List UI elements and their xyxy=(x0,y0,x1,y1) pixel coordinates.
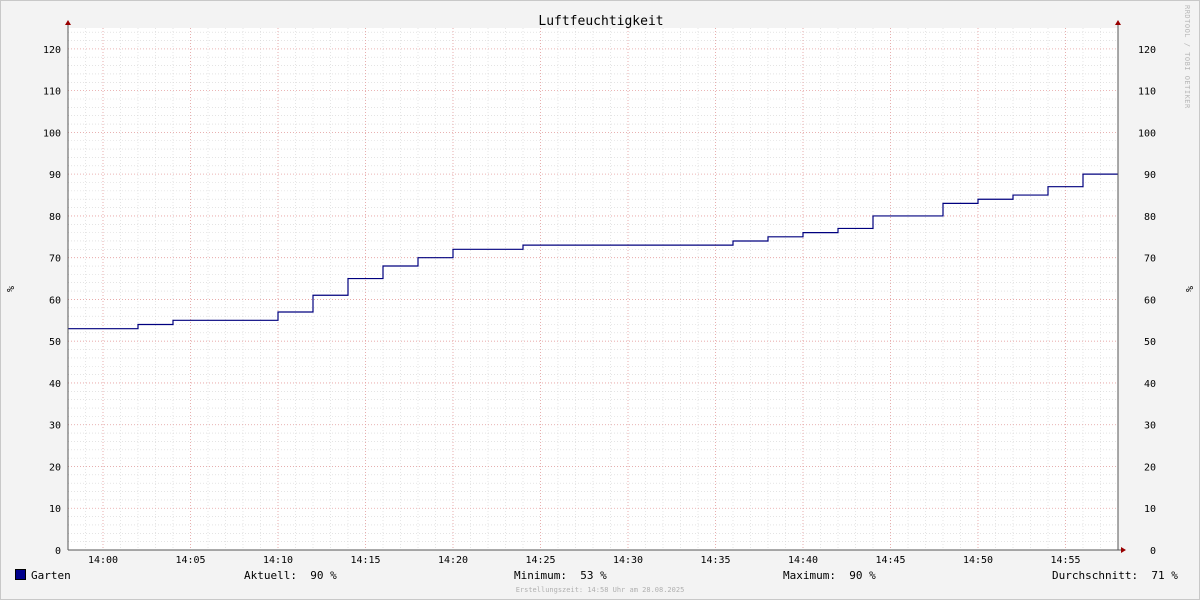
creation-time-footer: Erstellungszeit: 14:58 Uhr am 28.08.2025 xyxy=(515,586,685,594)
x-tick-label: 14:40 xyxy=(788,555,818,566)
y-tick-label-left: 30 xyxy=(49,421,61,432)
y-tick-label-left: 80 xyxy=(49,212,61,223)
y-tick-label-left: 60 xyxy=(49,295,61,306)
y-tick-label-right: 40 xyxy=(1144,379,1156,390)
y-tick-label-left: 90 xyxy=(49,170,61,181)
legend: Garten Aktuell: 90 % Minimum: 53 % Maxim… xyxy=(1,569,1199,585)
x-tick-label: 14:50 xyxy=(963,555,993,566)
y-tick-label-left: 20 xyxy=(49,462,61,473)
legend-current-label: Aktuell: xyxy=(244,569,297,582)
x-tick-label: 14:55 xyxy=(1050,555,1080,566)
y-tick-label-right: 70 xyxy=(1144,254,1156,265)
y-tick-label-left: 0 xyxy=(55,546,61,557)
y-tick-label-right: 0 xyxy=(1150,546,1156,557)
chart-title: Luftfeuchtigkeit xyxy=(538,14,663,29)
y-tick-label-left: 50 xyxy=(49,337,61,348)
x-tick-label: 14:45 xyxy=(875,555,905,566)
y-tick-label-right: 100 xyxy=(1138,128,1156,139)
x-tick-label: 14:15 xyxy=(350,555,380,566)
x-tick-label: 14:00 xyxy=(88,555,118,566)
y-tick-label-right: 20 xyxy=(1144,462,1156,473)
y-tick-label-right: 110 xyxy=(1138,87,1156,98)
y-axis-left-arrow xyxy=(65,20,71,25)
legend-min-label: Minimum: xyxy=(514,569,567,582)
x-tick-label: 14:30 xyxy=(613,555,643,566)
y-tick-label-left: 120 xyxy=(43,45,61,56)
legend-minimum: Minimum: 53 % xyxy=(514,569,607,582)
legend-current: Aktuell: 90 % xyxy=(244,569,337,582)
y-tick-label-right: 80 xyxy=(1144,212,1156,223)
legend-swatch xyxy=(15,569,26,580)
legend-avg-label: Durchschnitt: xyxy=(1052,569,1139,582)
legend-min-value: 53 % xyxy=(580,569,607,582)
y-tick-label-right: 60 xyxy=(1144,295,1156,306)
y-tick-label-right: 90 xyxy=(1144,170,1156,181)
x-tick-label: 14:25 xyxy=(525,555,555,566)
chart-frame: Luftfeuchtigkeit % % 0 0 10 10 20 20 30 30 40 40 5… xyxy=(0,0,1200,600)
humidity-chart: Luftfeuchtigkeit % % 0 0 10 10 20 20 30 30 40 40 5… xyxy=(6,14,1194,566)
x-tick-label: 14:35 xyxy=(700,555,730,566)
x-tick-label: 14:20 xyxy=(438,555,468,566)
legend-series-name: Garten xyxy=(31,569,71,582)
x-axis-arrow xyxy=(1121,547,1126,553)
legend-avg-value: 71 % xyxy=(1151,569,1178,582)
legend-maximum: Maximum: 90 % xyxy=(783,569,876,582)
y-tick-label-left: 100 xyxy=(43,128,61,139)
y-tick-label-right: 10 xyxy=(1144,504,1156,515)
y-tick-label-left: 110 xyxy=(43,87,61,98)
y-tick-label-left: 40 xyxy=(49,379,61,390)
x-tick-label: 14:10 xyxy=(263,555,293,566)
x-tick-label: 14:05 xyxy=(175,555,205,566)
y-tick-label-right: 120 xyxy=(1138,45,1156,56)
y-tick-label-left: 70 xyxy=(49,254,61,265)
y-axis-right-arrow xyxy=(1115,20,1121,25)
y-tick-label-right: 50 xyxy=(1144,337,1156,348)
legend-series: Garten xyxy=(15,569,71,582)
legend-average: Durchschnitt: 71 % xyxy=(1052,569,1178,582)
legend-current-value: 90 % xyxy=(310,569,337,582)
legend-max-label: Maximum: xyxy=(783,569,836,582)
y-tick-label-left: 10 xyxy=(49,504,61,515)
rrdtool-watermark: RRDTOOL / TOBI OETIKER xyxy=(1183,5,1191,109)
x-tick-labels: 14:00 14:05 14:10 14:15 14:20 14:25 14:30 14:35… xyxy=(88,555,1081,566)
y-axis-label-left: % xyxy=(6,286,17,292)
y-axis-label-right: % xyxy=(1183,286,1194,292)
y-tick-label-right: 30 xyxy=(1144,421,1156,432)
legend-max-value: 90 % xyxy=(849,569,876,582)
